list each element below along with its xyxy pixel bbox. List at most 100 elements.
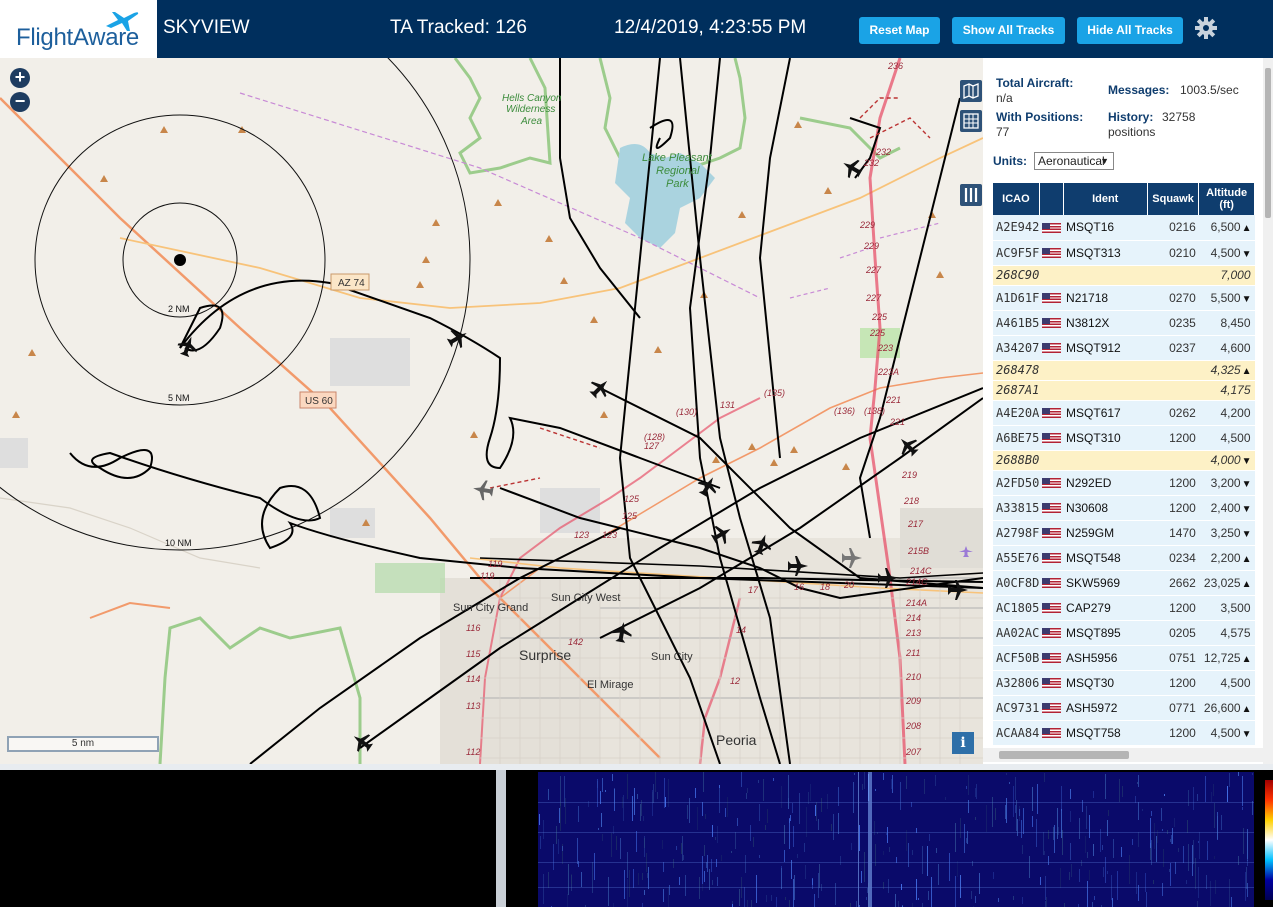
icao-cell: A55E76 bbox=[993, 545, 1040, 571]
ident-cell: CAP279 bbox=[1063, 595, 1148, 621]
aircraft-row[interactable]: AA02AC MSQT895 0205 4,575 bbox=[993, 620, 1255, 646]
aircraft-row[interactable]: A1D61F N21718 0270 5,500▼ bbox=[993, 285, 1255, 311]
flag-cell bbox=[1039, 380, 1064, 401]
aircraft-row[interactable]: AC9731 ASH5972 0771 26,600▲ bbox=[993, 695, 1255, 721]
column-toggle-icon[interactable] bbox=[960, 184, 982, 206]
altitude-cell: 4,200 bbox=[1198, 400, 1255, 426]
scrollbar-thumb[interactable] bbox=[1265, 68, 1271, 218]
svg-text:AZ 74: AZ 74 bbox=[338, 278, 365, 289]
aircraft-icon[interactable] bbox=[586, 374, 614, 402]
aircraft-row[interactable]: A33815 N30608 1200 2,400▼ bbox=[993, 495, 1255, 521]
ident-cell: MSQT912 bbox=[1063, 335, 1148, 361]
altitude-cell: 2,200▲ bbox=[1198, 545, 1255, 571]
altitude-cell: 23,025▲ bbox=[1198, 570, 1255, 596]
col-icao[interactable]: ICAO bbox=[993, 183, 1040, 215]
ident-cell bbox=[1063, 360, 1148, 381]
svg-text:210: 210 bbox=[905, 672, 921, 682]
map-layers-icon[interactable] bbox=[960, 80, 982, 102]
aircraft-row[interactable]: A2E942 MSQT16 0216 6,500▲ bbox=[993, 215, 1255, 241]
squawk-cell: 1200 bbox=[1147, 595, 1199, 621]
flag-cell bbox=[1039, 400, 1064, 426]
settings-gear-icon[interactable] bbox=[1194, 16, 1218, 40]
altitude-trend-icon: ▼ bbox=[1241, 293, 1252, 305]
aircraft-row[interactable]: A0CF8D SKW5969 2662 23,025▲ bbox=[993, 570, 1255, 596]
show-all-tracks-button[interactable]: Show All Tracks bbox=[952, 17, 1065, 44]
altitude-cell: 3,200▼ bbox=[1198, 470, 1255, 496]
us-flag-icon bbox=[1041, 433, 1061, 444]
icao-cell: ACAA84 bbox=[993, 720, 1040, 746]
aircraft-row[interactable]: A2798F N259GM 1470 3,250▼ bbox=[993, 520, 1255, 546]
altitude-value: 3,500 bbox=[1220, 600, 1251, 615]
aircraft-icon[interactable] bbox=[471, 478, 494, 501]
place-label: Hells Canyon bbox=[502, 93, 562, 104]
zoom-out-button[interactable]: − bbox=[10, 92, 30, 112]
altitude-value: 4,200 bbox=[1220, 405, 1251, 420]
svg-text:14: 14 bbox=[736, 625, 746, 635]
ring-label-10nm: 10 NM bbox=[165, 538, 192, 548]
grid-overlay-icon[interactable] bbox=[960, 110, 982, 132]
svg-text:116: 116 bbox=[466, 623, 480, 633]
us-flag-icon bbox=[1041, 578, 1061, 589]
svg-text:119: 119 bbox=[480, 571, 494, 581]
flag-cell bbox=[1039, 265, 1064, 286]
col-flag[interactable] bbox=[1039, 183, 1064, 215]
altitude-cell: 4,500▼ bbox=[1198, 720, 1255, 746]
aircraft-row[interactable]: 268478 4,325▲ bbox=[993, 360, 1255, 381]
info-button[interactable]: i bbox=[952, 732, 974, 754]
tracked-count: TA Tracked: 126 bbox=[390, 17, 527, 38]
icao-cell: A2798F bbox=[993, 520, 1040, 546]
aircraft-row[interactable]: AC9F5F MSQT313 0210 4,500▼ bbox=[993, 240, 1255, 266]
aircraft-row[interactable]: 2688B0 4,000▼ bbox=[993, 450, 1255, 471]
aircraft-row[interactable]: AC1805 CAP279 1200 3,500 bbox=[993, 595, 1255, 621]
flightaware-logo[interactable]: FlightAware bbox=[0, 0, 157, 58]
units-dropdown[interactable]: Aeronautical ▼ bbox=[1034, 152, 1114, 170]
panel-vertical-scrollbar[interactable] bbox=[1263, 58, 1273, 764]
flag-cell bbox=[1039, 595, 1064, 621]
altitude-cell: 5,500▼ bbox=[1198, 285, 1255, 311]
aircraft-row[interactable]: 2687A1 4,175 bbox=[993, 380, 1255, 401]
aircraft-row[interactable]: A34207 MSQT912 0237 4,600 bbox=[993, 335, 1255, 361]
aircraft-row[interactable]: A461B5 N3812X 0235 8,450 bbox=[993, 310, 1255, 336]
aircraft-icon[interactable] bbox=[348, 728, 376, 756]
flag-cell bbox=[1039, 570, 1064, 596]
icao-cell: A0CF8D bbox=[993, 570, 1040, 596]
squawk-cell bbox=[1147, 265, 1199, 286]
svg-text:112: 112 bbox=[466, 747, 480, 757]
svg-text:236: 236 bbox=[887, 61, 903, 71]
aircraft-row[interactable]: A6BE75 MSQT310 1200 4,500 bbox=[993, 425, 1255, 451]
aircraft-row[interactable]: A55E76 MSQT548 0234 2,200▲ bbox=[993, 545, 1255, 571]
aircraft-row[interactable]: A32806 MSQT30 1200 4,500 bbox=[993, 670, 1255, 696]
altitude-value: 2,200 bbox=[1210, 550, 1241, 565]
flag-cell bbox=[1039, 670, 1064, 696]
col-altitude[interactable]: Altitude (ft) bbox=[1198, 183, 1255, 215]
aircraft-row[interactable]: A4E20A MSQT617 0262 4,200 bbox=[993, 400, 1255, 426]
col-ident[interactable]: Ident bbox=[1063, 183, 1148, 215]
altitude-trend-icon: ▼ bbox=[1241, 248, 1252, 260]
flag-cell bbox=[1039, 285, 1064, 311]
place-label: Sun City Grand bbox=[453, 602, 528, 614]
panel-divider[interactable] bbox=[0, 764, 1273, 770]
us-flag-icon bbox=[1041, 318, 1061, 329]
units-selected: Aeronautical bbox=[1038, 154, 1105, 168]
panel-horizontal-scrollbar[interactable] bbox=[983, 748, 1263, 762]
reset-map-button[interactable]: Reset Map bbox=[859, 17, 940, 44]
aircraft-row[interactable]: A2FD50 N292ED 1200 3,200▼ bbox=[993, 470, 1255, 496]
altitude-trend-icon: ▲ bbox=[1241, 653, 1252, 665]
aircraft-row[interactable]: 268C90 7,000 bbox=[993, 265, 1255, 286]
hide-all-tracks-button[interactable]: Hide All Tracks bbox=[1077, 17, 1183, 44]
map-view[interactable]: 2 NM 5 NM 10 NM AZ 74 US 60 Hells Canyon… bbox=[0, 58, 983, 764]
spectrum-splitter[interactable] bbox=[496, 770, 506, 907]
scrollbar-thumb[interactable] bbox=[999, 751, 1129, 759]
map-canvas[interactable]: 2 NM 5 NM 10 NM AZ 74 US 60 Hells Canyon… bbox=[0, 58, 983, 764]
aircraft-row[interactable]: ACF50B ASH5956 0751 12,725▲ bbox=[993, 645, 1255, 671]
icao-cell: 268C90 bbox=[993, 265, 1040, 286]
zoom-in-button[interactable]: + bbox=[10, 68, 30, 88]
altitude-trend-icon: ▼ bbox=[1241, 503, 1252, 515]
aircraft-row[interactable]: ACAA84 MSQT758 1200 4,500▼ bbox=[993, 720, 1255, 746]
with-positions-value: 77 bbox=[996, 125, 1010, 139]
col-squawk[interactable]: Squawk bbox=[1147, 183, 1200, 215]
altitude-value: 5,500 bbox=[1210, 290, 1241, 305]
place-label: Area bbox=[520, 116, 543, 127]
svg-text:223A: 223A bbox=[877, 367, 899, 377]
ident-cell: N292ED bbox=[1063, 470, 1148, 496]
